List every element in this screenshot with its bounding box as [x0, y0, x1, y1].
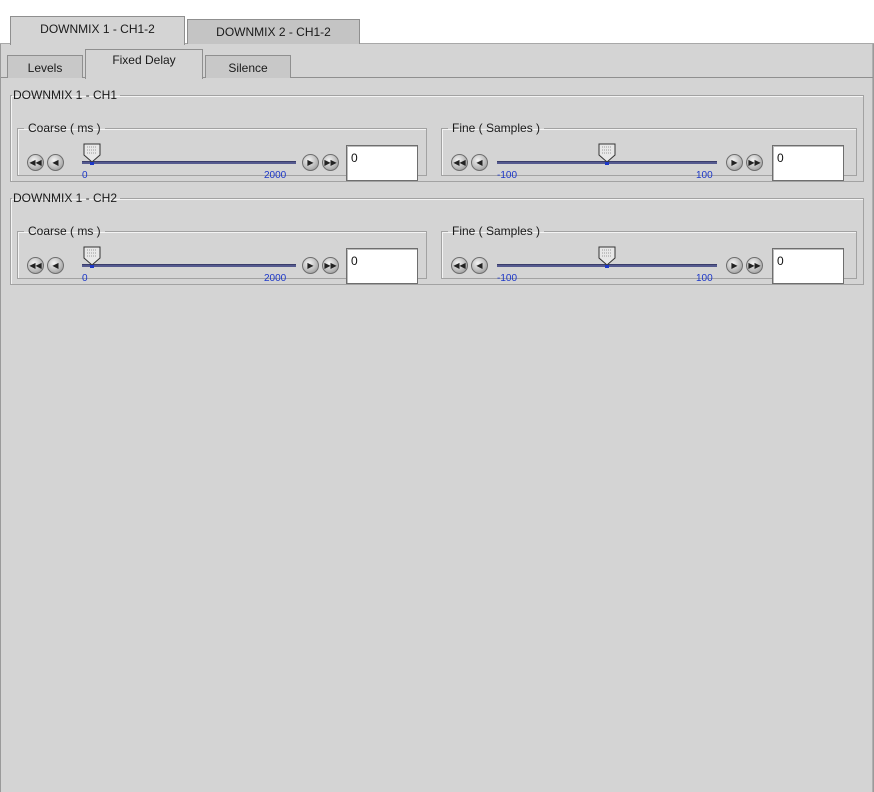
step-back-icon[interactable]: ◀ [47, 257, 64, 274]
step-back-icon[interactable]: ◀ [471, 257, 488, 274]
slider-min-label: 0 [82, 170, 88, 181]
tab-downmix-2[interactable]: DOWNMIX 2 - CH1-2 [187, 19, 360, 44]
fine-delay-control: Fine ( Samples ) ◀◀ ◀ -100 100 ▶ ▶▶ 0 [441, 224, 857, 284]
sub-tab-bar: Levels Fixed Delay Silence [1, 44, 873, 79]
slider-thumb[interactable] [82, 143, 102, 166]
group-title: DOWNMIX 1 - CH2 [13, 191, 118, 205]
slider-max-label: 100 [696, 273, 713, 284]
tab-levels[interactable]: Levels [7, 55, 83, 78]
slider-min-label: -100 [497, 170, 518, 181]
fast-forward-icon[interactable]: ▶▶ [746, 257, 763, 274]
top-tab-bar: DOWNMIX 1 - CH1-2 DOWNMIX 2 - CH1-2 [0, 0, 874, 45]
slider-max-label: 2000 [264, 170, 287, 181]
fine-delay-control: Fine ( Samples ) ◀◀ ◀ -100 100 ▶ ▶▶ 0 [441, 121, 857, 181]
step-back-icon[interactable]: ◀ [47, 154, 64, 171]
slider-track[interactable] [82, 264, 296, 267]
fine-value-input[interactable]: 0 [772, 145, 844, 181]
fast-forward-icon[interactable]: ▶▶ [746, 154, 763, 171]
slider-thumb[interactable] [597, 246, 617, 269]
coarse-value-input[interactable]: 0 [346, 248, 418, 284]
tab-silence[interactable]: Silence [205, 55, 291, 78]
slider-thumb[interactable] [82, 246, 102, 269]
slider-max-label: 2000 [264, 273, 287, 284]
fast-rewind-icon[interactable]: ◀◀ [27, 154, 44, 171]
coarse-title: Coarse ( ms ) [28, 121, 101, 135]
step-forward-icon[interactable]: ▶ [302, 154, 319, 171]
step-forward-icon[interactable]: ▶ [726, 257, 743, 274]
fast-rewind-icon[interactable]: ◀◀ [451, 257, 468, 274]
coarse-title: Coarse ( ms ) [28, 224, 101, 238]
fast-forward-icon[interactable]: ▶▶ [322, 154, 339, 171]
step-forward-icon[interactable]: ▶ [726, 154, 743, 171]
fast-rewind-icon[interactable]: ◀◀ [27, 257, 44, 274]
coarse-value-input[interactable]: 0 [346, 145, 418, 181]
coarse-delay-control: Coarse ( ms ) ◀◀ ◀ 0 2000 ▶ ▶▶ 0 [17, 121, 427, 181]
tab-downmix-1[interactable]: DOWNMIX 1 - CH1-2 [10, 16, 185, 45]
slider-min-label: -100 [497, 273, 518, 284]
fast-rewind-icon[interactable]: ◀◀ [451, 154, 468, 171]
fine-title: Fine ( Samples ) [452, 121, 541, 135]
tab-fixed-delay[interactable]: Fixed Delay [85, 49, 203, 79]
fine-title: Fine ( Samples ) [452, 224, 541, 238]
fine-value-input[interactable]: 0 [772, 248, 844, 284]
group-title: DOWNMIX 1 - CH1 [13, 88, 118, 102]
step-back-icon[interactable]: ◀ [471, 154, 488, 171]
panel-edge [872, 44, 873, 792]
slider-max-label: 100 [696, 170, 713, 181]
fast-forward-icon[interactable]: ▶▶ [322, 257, 339, 274]
slider-min-label: 0 [82, 273, 88, 284]
coarse-delay-control: Coarse ( ms ) ◀◀ ◀ 0 2000 ▶ ▶▶ 0 [17, 224, 427, 284]
group-ch1: DOWNMIX 1 - CH1 Coarse ( ms ) ◀◀ ◀ 0 200… [10, 88, 864, 182]
downmix-panel: Levels Fixed Delay Silence DOWNMIX 1 - C… [0, 44, 874, 792]
slider-track[interactable] [82, 161, 296, 164]
group-ch2: DOWNMIX 1 - CH2 Coarse ( ms ) ◀◀ ◀ 0 200… [10, 191, 864, 285]
step-forward-icon[interactable]: ▶ [302, 257, 319, 274]
slider-thumb[interactable] [597, 143, 617, 166]
